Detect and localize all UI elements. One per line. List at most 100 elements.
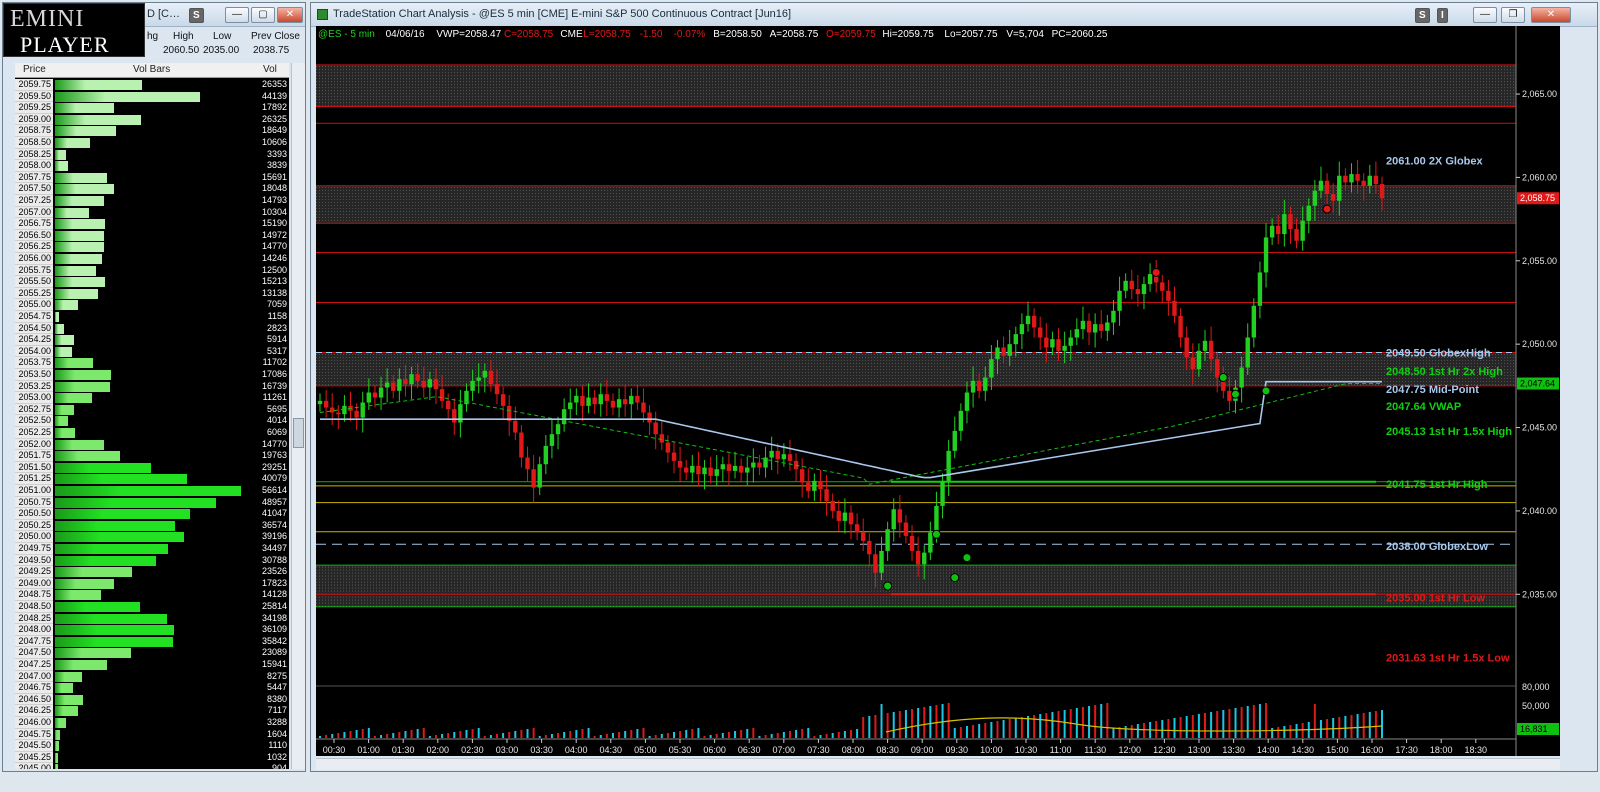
ladder-row: 2048.25 34198 xyxy=(15,612,289,625)
x-tick-label: 01:00 xyxy=(357,745,380,755)
chart-horizontal-scrollbar[interactable] xyxy=(316,758,1560,770)
ladder-volume-bar xyxy=(55,602,140,612)
ladder-volume-bar xyxy=(55,242,104,253)
candle-body xyxy=(427,379,433,388)
ladder-scroll-thumb[interactable] xyxy=(293,418,304,448)
signal-marker xyxy=(883,581,893,591)
candle-body xyxy=(1306,205,1311,221)
ladder-price: 2051.25 xyxy=(15,473,53,485)
candle-body xyxy=(928,532,933,553)
ladder-price: 2045.50 xyxy=(15,740,53,752)
x-tick-label: 07:00 xyxy=(773,745,796,755)
candle-body xyxy=(531,469,536,488)
candle-body xyxy=(696,465,701,475)
chart-close-button[interactable]: ✕ xyxy=(1531,7,1571,23)
x-tick-label: 14:00 xyxy=(1257,745,1280,755)
chart-style-chip[interactable]: S xyxy=(1415,8,1430,23)
candle-body xyxy=(1031,315,1037,328)
ladder-price: 2055.50 xyxy=(15,276,53,288)
logo-line1: EMINI xyxy=(10,6,85,32)
price-chart-area[interactable]: @ES - 5 min 04/06/16 VWP=2058.47 C=2058.75 C… xyxy=(316,26,1560,756)
level-zone xyxy=(316,64,1516,107)
status-field: C=2058.75 xyxy=(504,29,554,40)
ladder-price: 2054.75 xyxy=(15,311,53,323)
x-tick-label: 09:00 xyxy=(911,745,934,755)
candle-body xyxy=(445,400,451,410)
x-tick-label: 13:00 xyxy=(1188,745,1211,755)
ladder-volume: 5695 xyxy=(266,403,287,414)
ladder-price: 2055.00 xyxy=(15,299,53,311)
ladder-price: 2057.75 xyxy=(15,171,53,184)
ladder-scrollbar[interactable] xyxy=(291,63,305,769)
candle-body xyxy=(470,380,475,391)
candle-body xyxy=(482,370,487,378)
x-tick-label: 03:00 xyxy=(496,745,519,755)
x-tick-label: 10:00 xyxy=(980,745,1003,755)
level-zone xyxy=(316,565,1516,607)
ladder-volume: 17086 xyxy=(261,369,287,379)
chart-info-chip[interactable]: I xyxy=(1437,8,1448,23)
ladder-volume: 44139 xyxy=(261,90,287,101)
ladder-row: 2057.75 15691 xyxy=(15,171,289,184)
col-header-price: Price xyxy=(23,64,46,75)
candle-body xyxy=(391,382,396,391)
ladder-volume: 26353 xyxy=(261,79,287,89)
ladder-style-chip[interactable]: S xyxy=(189,8,204,23)
ladder-row: 2051.75 19763 xyxy=(15,450,289,462)
ladder-price: 2045.25 xyxy=(15,751,53,764)
candle-body xyxy=(1282,214,1287,235)
chart-minimize-button[interactable]: — xyxy=(1473,7,1497,23)
status-field: CME xyxy=(560,29,583,40)
ladder-price: 2057.00 xyxy=(15,206,53,219)
ladder-volume: 14793 xyxy=(261,195,287,205)
candle-body xyxy=(1044,337,1049,348)
chart-restore-button[interactable]: ❐ xyxy=(1501,7,1525,23)
ladder-price: 2048.00 xyxy=(15,624,53,636)
candle-body xyxy=(964,392,970,411)
ladder-row: 2046.00 3288 xyxy=(15,717,289,729)
ladder-volume: 14770 xyxy=(261,241,287,252)
candle-body xyxy=(384,382,390,388)
ladder-volume-bar xyxy=(55,381,110,392)
ladder-volume: 10606 xyxy=(261,137,287,147)
volume-avg-label: 16,831 xyxy=(1520,724,1548,734)
candle-body xyxy=(372,392,378,398)
status-field: -1.50 xyxy=(640,29,663,40)
x-tick-label: 10:30 xyxy=(1015,745,1038,755)
ladder-minimize-button[interactable]: — xyxy=(225,7,249,23)
ladder-row: 2045.25 1032 xyxy=(15,751,289,764)
ladder-volume: 39196 xyxy=(261,531,287,542)
status-field: B=2058.50 xyxy=(713,29,762,40)
ladder-row: 2047.50 23089 xyxy=(15,647,289,659)
candle-body xyxy=(1239,367,1244,388)
ladder-volume-bar xyxy=(55,439,104,450)
ladder-price: 2052.00 xyxy=(15,438,53,451)
candle-body xyxy=(1184,337,1189,358)
ladder-volume: 17892 xyxy=(261,102,287,113)
candle-body xyxy=(549,434,555,446)
candle-body xyxy=(360,402,365,418)
col-header-vol-bars: Vol Bars xyxy=(133,64,171,75)
ladder-row: 2048.75 14128 xyxy=(15,589,289,601)
ladder-maximize-button[interactable]: ▢ xyxy=(251,7,275,23)
candle-body xyxy=(732,465,738,471)
candle-body xyxy=(1129,280,1134,290)
candle-body xyxy=(500,394,506,406)
ladder-price: 2058.00 xyxy=(15,160,53,172)
ladder-close-button[interactable]: ✕ xyxy=(277,7,303,23)
ladder-price: 2048.50 xyxy=(15,601,53,613)
y-tick-label: 2,035.00 xyxy=(1522,589,1557,599)
status-field: L=2058.75 xyxy=(583,29,631,40)
y-tick-label: 2,055.00 xyxy=(1522,256,1557,266)
ladder-price: 2057.25 xyxy=(15,195,53,207)
ladder-volume: 1158 xyxy=(267,311,287,321)
candle-body xyxy=(1092,324,1098,333)
ladder-price: 2051.75 xyxy=(15,450,53,462)
x-tick-label: 03:30 xyxy=(530,745,553,755)
ladder-volume-bar xyxy=(55,277,105,288)
candle-body xyxy=(836,510,841,521)
ladder-volume-bar xyxy=(55,300,79,311)
ladder-volume: 40079 xyxy=(261,473,287,484)
ladder-volume-bar xyxy=(55,660,108,670)
candle-body xyxy=(812,480,817,491)
